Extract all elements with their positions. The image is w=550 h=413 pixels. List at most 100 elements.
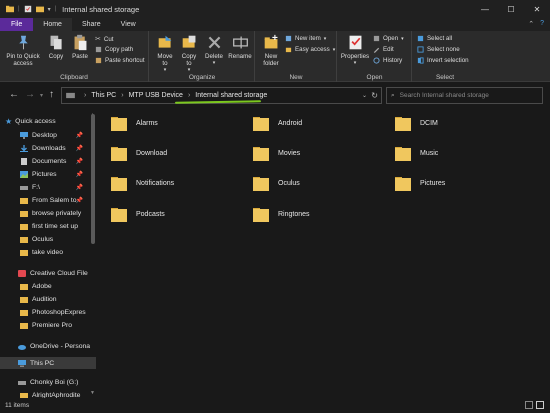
folder-item[interactable]: Podcasts <box>110 202 165 226</box>
customize-toolbar-icon[interactable]: ▾ <box>48 6 51 13</box>
forward-arrow-icon[interactable]: → <box>25 89 35 100</box>
folder-icon <box>395 147 411 161</box>
folder-icon <box>20 283 28 290</box>
recent-locations-icon[interactable]: ▾ <box>40 92 43 99</box>
sidebar-item-label: OneDrive - Persona <box>30 342 91 350</box>
folder-icon <box>20 249 28 256</box>
back-arrow-icon[interactable]: ← <box>9 89 19 100</box>
copy-icon <box>50 35 62 50</box>
clipboard-group-label: Clipboard <box>60 74 88 81</box>
maximize-button[interactable]: ☐ <box>498 0 524 18</box>
folder-item[interactable]: Ringtones <box>252 202 310 226</box>
large-icons-view-icon[interactable] <box>536 401 544 409</box>
folder-item[interactable]: Movies <box>252 141 300 165</box>
sidebar-item-first-time-setup[interactable]: first time set up <box>0 220 96 232</box>
tab-view[interactable]: View <box>111 18 146 31</box>
details-view-icon[interactable] <box>525 401 533 409</box>
sidebar-item-f-drive[interactable]: F:\ 📌 <box>0 181 96 193</box>
sidebar-item-adobe[interactable]: Adobe <box>0 280 96 292</box>
paste-button[interactable]: Paste <box>70 34 90 60</box>
documents-icon <box>21 157 27 165</box>
search-box[interactable]: ⌕ Search Internal shared storage <box>386 87 543 104</box>
breadcrumb-internal-storage[interactable]: Internal shared storage <box>195 92 267 99</box>
up-arrow-icon[interactable]: ↑ <box>49 89 54 100</box>
breadcrumb-mtp-usb-device[interactable]: MTP USB Device <box>129 92 183 99</box>
sidebar-item-this-pc[interactable]: This PC <box>0 357 96 369</box>
help-icon[interactable]: ? <box>540 20 544 28</box>
sidebar-item-oculus[interactable]: Oculus <box>0 233 96 245</box>
sidebar-item-label: Pictures <box>32 170 57 178</box>
sidebar-item-downloads[interactable]: Downloads 📌 <box>0 142 96 154</box>
invert-selection-button[interactable]: Invert selection <box>417 57 469 64</box>
sidebar-item-browse-privately[interactable]: browse privately <box>0 207 96 219</box>
sidebar-item-label: Downloads <box>32 144 66 152</box>
select-group: Select all Select none Invert selection … <box>413 31 477 82</box>
new-folder-button[interactable]: New folder <box>260 34 282 67</box>
tab-home[interactable]: Home <box>33 18 72 31</box>
move-to-button[interactable]: Move to ▾ <box>155 34 175 74</box>
properties-quick-icon[interactable] <box>24 5 32 13</box>
copy-path-button[interactable]: Copy path <box>95 46 133 53</box>
close-button[interactable]: ✕ <box>524 0 550 18</box>
folder-item[interactable]: Alarms <box>110 111 158 135</box>
minimize-button[interactable]: — <box>472 0 498 18</box>
sidebar-item-desktop[interactable]: Desktop 📌 <box>0 129 96 141</box>
select-all-button[interactable]: Select all <box>417 35 452 42</box>
breadcrumb-this-pc[interactable]: This PC <box>91 92 116 99</box>
folder-item[interactable]: Download <box>110 141 167 165</box>
rename-button[interactable]: Rename <box>228 34 252 60</box>
desktop-icon <box>20 131 28 139</box>
address-dropdown-icon[interactable]: ⌄ <box>362 92 367 99</box>
delete-button[interactable]: Delete ▾ <box>204 34 224 67</box>
sidebar-item-chonky-boi[interactable]: Chonky Boi (G:) <box>0 376 96 388</box>
sidebar-item-premiere-pro[interactable]: Premiere Pro <box>0 319 96 331</box>
new-folder-quick-icon[interactable] <box>35 5 44 13</box>
properties-button[interactable]: Properties ▾ <box>341 34 369 67</box>
sidebar-item-audition[interactable]: Audition <box>0 293 96 305</box>
tab-file[interactable]: File <box>0 18 34 31</box>
paste-shortcut-button[interactable]: Paste shortcut <box>95 57 145 64</box>
easy-access-button[interactable]: Easy access ▾ <box>285 46 335 53</box>
sidebar-item-onedrive[interactable]: OneDrive - Persona <box>0 340 96 352</box>
edit-button[interactable]: Edit <box>373 46 394 53</box>
sidebar-item-pictures[interactable]: Pictures 📌 <box>0 168 96 180</box>
organize-group: Move to ▾ Copy to ▾ Delete ▾ Rename Orga… <box>150 31 255 82</box>
select-all-label: Select all <box>427 35 453 42</box>
scroll-down-icon[interactable]: ▼ <box>90 390 95 396</box>
cut-label: Cut <box>103 35 114 43</box>
folder-icon <box>20 322 28 329</box>
select-none-button[interactable]: Select none <box>417 46 460 53</box>
sidebar-item-photoshop-express[interactable]: PhotoshopExpres <box>0 306 96 318</box>
sidebar-item-creative-cloud[interactable]: Creative Cloud File <box>0 267 96 279</box>
copy-to-button[interactable]: Copy to ▾ <box>179 34 199 74</box>
folder-item[interactable]: Notifications <box>110 171 174 195</box>
folder-icon <box>395 177 411 191</box>
folder-item[interactable]: Android <box>252 111 302 135</box>
sidebar-item-documents[interactable]: Documents 📌 <box>0 155 96 167</box>
folder-item[interactable]: Music <box>394 141 438 165</box>
pin-to-quick-access-button[interactable]: Pin to Quick access <box>5 34 41 67</box>
cut-button[interactable]: ✂ Cut <box>95 35 114 44</box>
copy-button[interactable]: Copy <box>47 34 65 60</box>
new-group: New folder New item ▾ Easy access ▾ New <box>256 31 337 82</box>
collapse-ribbon-icon[interactable]: ⌃ <box>528 20 534 28</box>
new-item-button[interactable]: New item ▾ <box>285 35 326 42</box>
sidebar-scrollbar[interactable] <box>91 114 95 244</box>
new-folder-icon <box>264 34 277 49</box>
refresh-icon[interactable]: ↻ <box>371 91 378 100</box>
sidebar-item-quick-access[interactable]: ★ Quick access <box>0 115 96 127</box>
pc-icon <box>18 359 26 367</box>
history-button[interactable]: History <box>373 57 402 64</box>
folder-item[interactable]: Pictures <box>394 171 445 195</box>
folder-item[interactable]: Oculus <box>252 171 300 195</box>
breadcrumb-separator-icon: › <box>187 92 191 99</box>
easy-access-label: Easy access <box>295 46 330 53</box>
drive-icon <box>18 380 26 385</box>
sidebar-item-take-video[interactable]: take video <box>0 246 96 258</box>
tab-share[interactable]: Share <box>72 18 111 31</box>
delete-icon <box>208 36 220 49</box>
open-button[interactable]: Open ▾ <box>373 35 404 42</box>
folder-item[interactable]: DCIM <box>394 111 438 135</box>
sidebar-item-from-salem[interactable]: From Salem to 📌 <box>0 194 96 206</box>
history-icon <box>373 57 380 64</box>
